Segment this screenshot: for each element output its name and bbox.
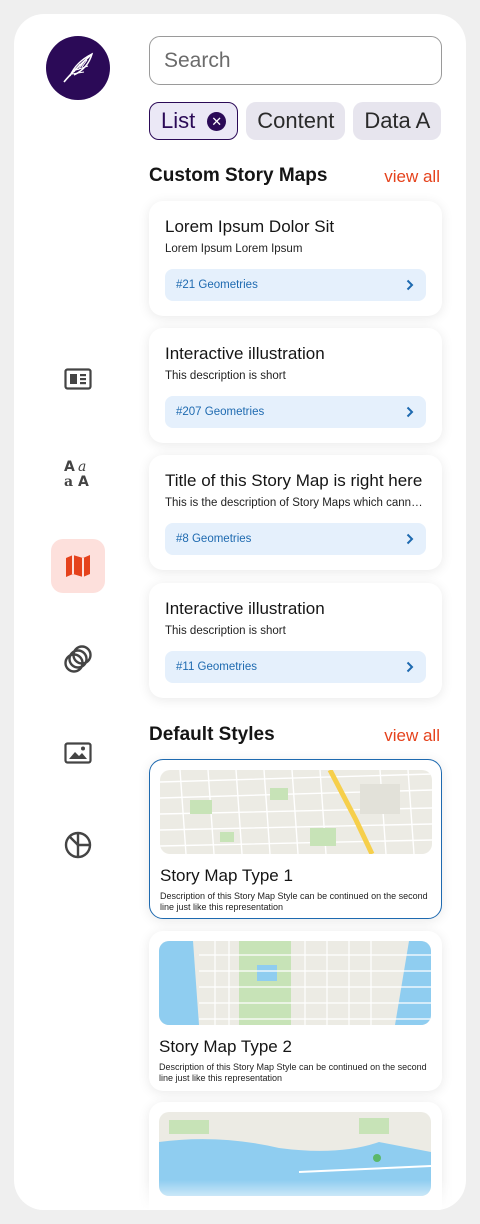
map-thumbnail (160, 770, 432, 854)
layers-circles-icon (64, 645, 92, 673)
geometries-button[interactable]: #21 Geometries (165, 269, 426, 301)
chevron-right-icon (406, 533, 414, 545)
typography-icon: A a a A (64, 459, 89, 488)
filter-chips: List ✕ Content Data A (149, 102, 466, 142)
story-map-card[interactable]: Interactive illustration This descriptio… (149, 328, 442, 443)
section-title-custom-story-maps: Custom Story Maps (149, 165, 328, 186)
svg-text:a: a (64, 474, 73, 488)
story-map-card[interactable]: Lorem Ipsum Dolor Sit Lorem Ipsum Lorem … (149, 201, 442, 316)
geometries-button[interactable]: #8 Geometries (165, 523, 426, 555)
map-icon (66, 555, 90, 577)
card-description: This description is short (165, 625, 286, 637)
svg-text:A: A (64, 459, 75, 475)
story-map-card[interactable]: Title of this Story Map is right here Th… (149, 455, 442, 570)
close-icon[interactable]: ✕ (207, 111, 227, 131)
image-icon (64, 742, 92, 764)
style-description: Description of this Story Map Style can … (160, 891, 428, 912)
chip-label: Data A (364, 108, 431, 133)
chip-label: Content (257, 108, 335, 133)
sidebar-item-charts[interactable] (51, 818, 105, 872)
logo[interactable] (46, 36, 110, 100)
map-thumbnail (159, 941, 431, 1025)
sidebar-item-images[interactable] (51, 726, 105, 780)
view-all-custom-link[interactable]: view all (384, 167, 440, 187)
card-title: Interactive illustration (165, 344, 325, 363)
chevron-right-icon (406, 406, 414, 418)
story-map-card[interactable]: Interactive illustration This descriptio… (149, 583, 442, 698)
style-card[interactable]: Story Map Type 2 Description of this Sto… (149, 931, 442, 1091)
style-card[interactable]: Story Map Type 1 Description of this Sto… (149, 759, 442, 919)
geometries-label: #11 Geometries (176, 661, 257, 673)
geometries-label: #207 Geometries (176, 406, 265, 418)
sidebar-item-article[interactable] (51, 352, 105, 406)
geometries-button[interactable]: #11 Geometries (165, 651, 426, 683)
chevron-right-icon (406, 279, 414, 291)
sidebar-item-maps[interactable] (51, 539, 105, 593)
card-description: This description is short (165, 370, 286, 382)
sidebar-item-layers[interactable] (51, 632, 105, 686)
svg-text:A: A (78, 474, 89, 488)
search-input[interactable] (164, 48, 435, 73)
chart-pie-icon (64, 831, 92, 859)
chip-label: List (161, 108, 196, 133)
style-title: Story Map Type 1 (160, 866, 293, 885)
chevron-right-icon (406, 661, 414, 673)
geometries-label: #8 Geometries (176, 533, 252, 545)
sidebar-item-typography[interactable]: A a a A (51, 446, 105, 500)
scroll-fade (14, 1180, 466, 1210)
app-frame: A a a A Search List ✕ Content Data A Cus… (14, 14, 466, 1210)
card-description: This is the description of Story Maps wh… (165, 497, 426, 509)
feather-logo-icon (63, 52, 94, 83)
geometries-label: #21 Geometries (176, 279, 258, 291)
chip-list[interactable]: List ✕ (149, 102, 239, 140)
card-title: Interactive illustration (165, 599, 325, 618)
card-title: Title of this Story Map is right here (165, 471, 423, 490)
svg-text:a: a (78, 459, 86, 475)
chip-data[interactable]: Data A (353, 102, 442, 140)
chip-content[interactable]: Content (246, 102, 346, 140)
card-description: Lorem Ipsum Lorem Ipsum (165, 243, 303, 255)
section-title-default-styles: Default Styles (149, 724, 275, 745)
search-box (149, 36, 442, 85)
card-title: Lorem Ipsum Dolor Sit (165, 217, 335, 236)
style-description: Description of this Story Map Style can … (159, 1062, 427, 1083)
geometries-button[interactable]: #207 Geometries (165, 396, 426, 428)
view-all-styles-link[interactable]: view all (384, 726, 440, 746)
article-icon (64, 368, 92, 390)
style-title: Story Map Type 2 (159, 1037, 292, 1056)
